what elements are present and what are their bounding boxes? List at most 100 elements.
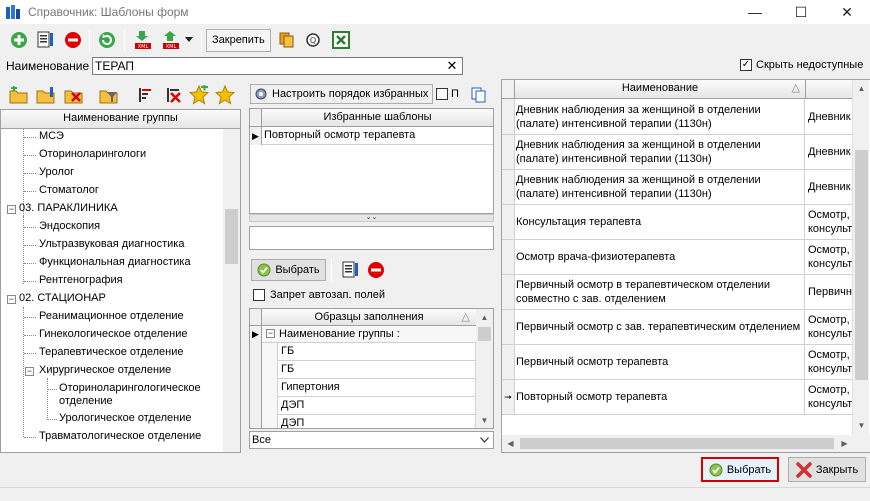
table-row[interactable]: Дневник наблюдения за женщиной в отделен… <box>502 99 852 135</box>
samples-scrollbar[interactable]: ▲ ▼ <box>476 309 493 428</box>
scroll-down-icon[interactable]: ▼ <box>853 417 870 434</box>
sort-button[interactable] <box>134 84 156 106</box>
group-collapse-icon[interactable]: − <box>266 329 275 338</box>
delete-button[interactable] <box>62 29 84 51</box>
tree-item[interactable]: Урологическое отделение <box>59 412 191 424</box>
tree-item[interactable]: Гинекологическое отделение <box>39 328 187 340</box>
edit-button[interactable] <box>34 29 56 51</box>
copy-button[interactable] <box>276 29 298 51</box>
tree-dash <box>24 437 36 438</box>
main-table-hscrollbar[interactable]: ◀ ▶ <box>502 435 870 452</box>
panel-splitter[interactable]: ⌄⌄ <box>249 214 494 222</box>
tree-item[interactable]: Терапевтическое отделение <box>39 346 183 358</box>
scroll-up-icon[interactable]: ▲ <box>853 80 870 97</box>
tree-dash <box>48 419 57 420</box>
tree-dash <box>24 137 36 138</box>
hide-unavailable-checkbox[interactable]: ✓ Скрыть недоступные <box>740 59 863 71</box>
clear-search-icon[interactable]: ✕ <box>445 59 459 73</box>
tree-item[interactable]: Эндоскопия <box>39 220 100 232</box>
excel-button[interactable] <box>330 29 352 51</box>
sample-row[interactable]: ГБ <box>278 343 476 361</box>
favorite-button[interactable] <box>214 84 236 106</box>
template-preview-field[interactable] <box>249 226 494 250</box>
scroll-left-icon[interactable]: ◀ <box>502 435 519 452</box>
select-template-button[interactable]: Выбрать <box>251 259 326 281</box>
group-row[interactable]: − Наименование группы : <box>262 326 476 343</box>
copy-favorites-button[interactable] <box>468 84 490 106</box>
pin-button[interactable]: Закрепить <box>206 29 271 52</box>
tree-item[interactable]: Реанимационное отделение <box>39 310 184 322</box>
tree-collapse-icon[interactable]: − <box>7 205 16 214</box>
tree-collapse-icon[interactable]: − <box>7 295 16 304</box>
close-window-button[interactable]: ✕ <box>824 0 870 24</box>
scroll-right-icon[interactable]: ▶ <box>836 435 853 452</box>
scroll-thumb[interactable] <box>855 150 868 380</box>
import-xml-button[interactable]: XML <box>132 29 154 51</box>
search-input[interactable]: ТЕРАП <box>92 57 463 75</box>
tree-item[interactable]: Уролог <box>39 166 74 178</box>
tree-item[interactable]: Оториноларингологи <box>39 148 146 160</box>
export-dropdown-button[interactable] <box>182 29 196 51</box>
sample-row[interactable]: ГБ <box>278 361 476 379</box>
add-button[interactable] <box>8 29 30 51</box>
main-table-scrollbar[interactable]: ▲ ▼ <box>852 80 869 435</box>
scroll-thumb[interactable] <box>478 327 491 341</box>
checkbox-unchecked-icon[interactable] <box>436 88 448 100</box>
scroll-down-icon[interactable]: ▼ <box>476 412 493 428</box>
clear-sort-button[interactable] <box>162 84 184 106</box>
tree-item[interactable]: Рентгенография <box>39 274 123 286</box>
table-row[interactable]: Дневник наблюдения за женщиной в отделен… <box>502 170 852 205</box>
add-favorite-button[interactable] <box>188 84 210 106</box>
p-checkbox[interactable]: П <box>436 88 459 100</box>
add-group-button[interactable] <box>8 84 30 106</box>
sample-row[interactable]: Гипертония <box>278 379 476 397</box>
table-row[interactable]: Консультация терапевта Осмотр, консульт <box>502 205 852 240</box>
export-xml-button[interactable]: XML <box>160 29 182 51</box>
tree-item[interactable]: Ультразвуковая диагностика <box>39 238 184 250</box>
table-row-current[interactable]: ➞ Повторный осмотр терапевта Осмотр, кон… <box>502 380 852 415</box>
table-row[interactable]: Первичный осмотр с зав. терапевтическим … <box>502 310 852 345</box>
tree-item-paraclinic[interactable]: 03. ПАРАКЛИНИКА <box>19 202 118 214</box>
tree-item[interactable]: Функциональная диагностика <box>39 256 191 268</box>
main-table-header-type[interactable] <box>806 80 852 99</box>
configure-favorites-button[interactable]: Настроить порядок избранных <box>250 84 433 104</box>
groups-scrollbar[interactable] <box>223 129 240 452</box>
main-table-header-name[interactable]: Наименование △ <box>515 80 806 99</box>
edit-group-button[interactable] <box>35 84 57 106</box>
favorite-row[interactable]: Повторный осмотр терапевта <box>262 127 493 145</box>
edit-sample-button[interactable] <box>339 259 361 281</box>
table-row[interactable]: Дневник наблюдения за женщиной в отделен… <box>502 135 852 170</box>
refresh-button[interactable] <box>96 29 118 51</box>
tree-item[interactable]: МСЭ <box>39 130 64 142</box>
tree-collapse-icon[interactable]: − <box>25 367 34 376</box>
table-row[interactable]: Первичный осмотр в терапевтическом отдел… <box>502 275 852 310</box>
tree-item[interactable]: Оториноларингологическое <box>59 382 201 394</box>
filter-group-button[interactable] <box>98 84 120 106</box>
scroll-thumb[interactable] <box>225 209 238 264</box>
checkbox-checked-icon[interactable]: ✓ <box>740 59 752 71</box>
close-button[interactable]: Закрыть <box>788 457 866 482</box>
checkbox-unchecked-icon[interactable] <box>253 289 265 301</box>
sample-row[interactable]: ДЭП <box>278 397 476 415</box>
sample-row[interactable]: ДЭП <box>278 415 476 428</box>
table-row[interactable]: Осмотр врача-физиотерапевта Осмотр, конс… <box>502 240 852 275</box>
samples-header[interactable]: Образцы заполнения △ <box>262 309 476 326</box>
tree-item-hospital[interactable]: 02. СТАЦИОНАР <box>19 292 106 304</box>
tree-item-wrap: отделение <box>59 395 113 407</box>
delete-group-button[interactable] <box>63 84 85 106</box>
table-row[interactable]: Первичный осмотр терапевта Осмотр, консу… <box>502 345 852 380</box>
scroll-thumb[interactable] <box>520 438 834 449</box>
groups-header[interactable]: Наименование группы <box>1 110 240 129</box>
tree-item-surgery[interactable]: Хирургическое отделение <box>39 364 171 376</box>
samples-filter-select[interactable]: Все <box>249 431 494 449</box>
tree-item[interactable]: Стоматолог <box>39 184 99 196</box>
scroll-up-icon[interactable]: ▲ <box>476 309 493 326</box>
favorites-header[interactable]: Избранные шаблоны <box>262 109 493 127</box>
minimize-button[interactable]: — <box>732 0 778 24</box>
tree-item[interactable]: Травматологическое отделение <box>39 430 201 442</box>
autofill-block-checkbox[interactable]: Запрет автозап. полей <box>253 289 385 301</box>
find-button[interactable]: Q <box>302 29 324 51</box>
maximize-button[interactable]: ☐ <box>778 0 824 24</box>
select-button[interactable]: Выбрать <box>701 457 779 482</box>
delete-sample-button[interactable] <box>365 259 387 281</box>
